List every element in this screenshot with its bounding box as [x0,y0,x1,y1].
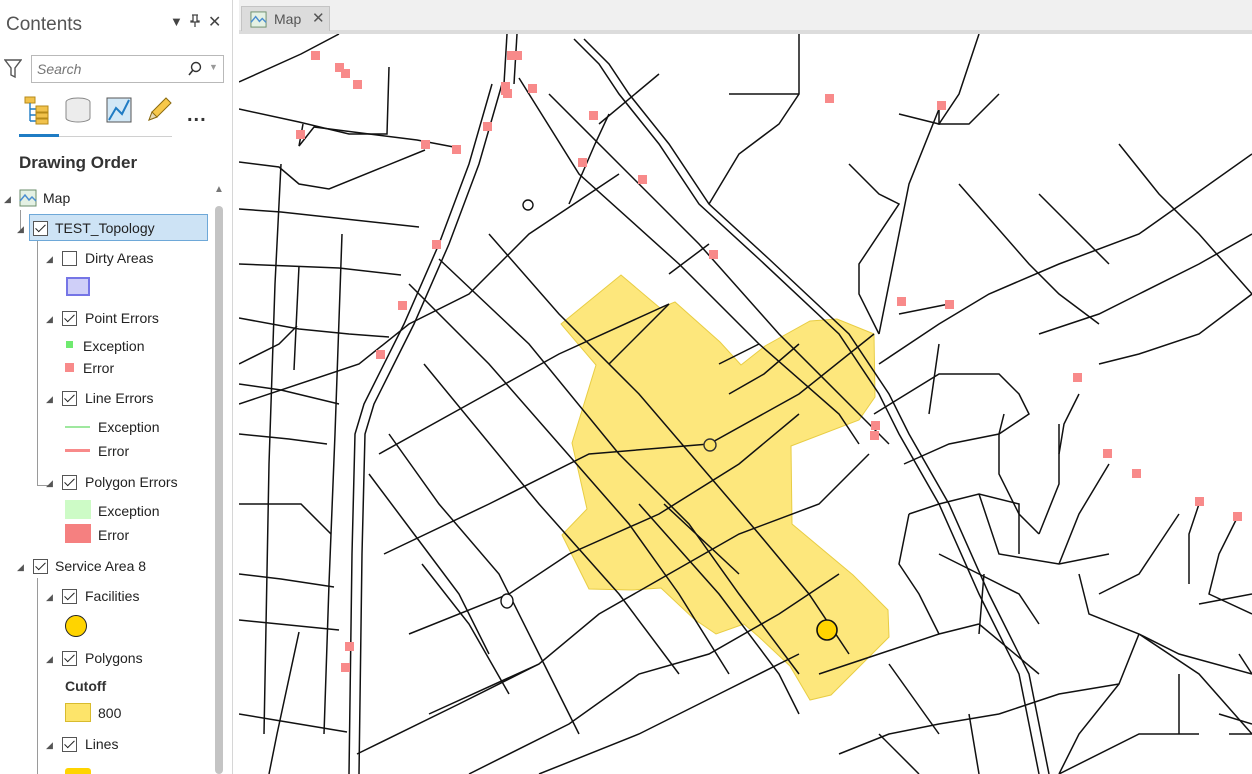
layer-dirty-areas[interactable]: Dirty Areas [85,250,153,266]
cutoff-heading: Cutoff [65,678,107,694]
service-area-checkbox[interactable] [33,559,48,574]
layer-polygon-errors[interactable]: Polygon Errors [85,474,178,490]
map-canvas[interactable] [239,34,1252,774]
drawing-order-icon[interactable] [22,96,54,131]
layer-polygons[interactable]: Polygons [85,650,143,666]
close-icon[interactable]: ✕ [208,12,221,32]
tree-connector [37,240,38,485]
point-exception-label: Exception [83,338,145,354]
map-tab-label: Map [274,11,302,27]
polygon-error-label: Error [98,527,130,543]
facility-swatch [65,615,87,637]
polygon-exception-swatch [65,500,91,519]
pin-icon[interactable] [189,14,201,31]
lines-checkbox[interactable] [62,737,77,752]
layer-service-area[interactable]: Service Area 8 [55,558,146,574]
selection-icon[interactable] [105,96,133,129]
collapse-icon[interactable]: ◢ [46,592,53,603]
collapse-icon[interactable]: ◢ [46,478,53,489]
map-tab-bar [239,0,1252,34]
line-errors-checkbox[interactable] [62,391,77,406]
search-icon[interactable] [187,61,203,82]
polygon-error-swatch [65,524,91,543]
contents-pane: Contents ▼ ✕ ▼ ... Drawing Order [0,0,233,774]
polygons-checkbox[interactable] [62,651,77,666]
pencil-icon[interactable] [145,96,173,129]
close-icon[interactable]: ✕ [312,9,325,27]
lines-swatch [65,768,91,774]
active-tab-indicator [19,134,59,137]
point-errors-checkbox[interactable] [62,311,77,326]
collapse-icon[interactable]: ◢ [46,394,53,405]
section-heading: Drawing Order [19,153,138,172]
map-view[interactable] [239,34,1252,774]
point-error-swatch [65,363,74,372]
line-error-label: Error [98,443,130,459]
collapse-icon[interactable]: ◢ [46,740,53,751]
collapse-icon[interactable]: ◢ [17,224,24,235]
topology-checkbox[interactable] [33,221,48,236]
facilities-checkbox[interactable] [62,589,77,604]
line-exception-swatch [65,426,90,428]
collapse-icon[interactable]: ◢ [46,314,53,325]
line-error-swatch [65,449,90,452]
map-icon [250,11,267,33]
tab-map[interactable]: Map ✕ [241,6,330,31]
cutoff-swatch [65,703,91,722]
layer-facilities[interactable]: Facilities [85,588,139,604]
layer-point-errors[interactable]: Point Errors [85,310,159,326]
dirty-area-swatch [66,277,90,296]
layer-topology[interactable]: TEST_Topology [55,220,155,236]
scroll-up-icon[interactable]: ▲ [214,184,224,195]
database-icon[interactable] [64,96,92,129]
point-exception-swatch [66,341,73,348]
search-input[interactable] [37,60,177,78]
polygon-exception-label: Exception [98,503,160,519]
more-options-icon[interactable]: ... [187,104,207,127]
point-error-label: Error [83,360,115,376]
dirty-areas-checkbox[interactable] [62,251,77,266]
facility-marker [816,619,838,641]
layer-map[interactable]: Map [43,190,70,206]
search-box: ▼ [31,55,224,83]
filter-icon[interactable] [3,59,23,84]
contents-scrollbar[interactable]: ▲ [213,184,225,774]
collapse-icon[interactable]: ◢ [4,194,11,205]
collapse-icon[interactable]: ◢ [46,654,53,665]
map-icon [19,189,37,212]
layer-lines[interactable]: Lines [85,736,118,752]
map-pane: Map ✕ [239,0,1252,774]
scroll-thumb[interactable] [215,206,223,774]
pane-options-icon[interactable]: ▼ [170,14,183,29]
tree-connector [37,578,38,774]
polygon-errors-checkbox[interactable] [62,475,77,490]
cutoff-value: 800 [98,705,122,721]
collapse-icon[interactable]: ◢ [17,562,24,573]
layer-line-errors[interactable]: Line Errors [85,390,153,406]
service-area-polygon [560,274,890,701]
line-exception-label: Exception [98,419,160,435]
search-dropdown-icon[interactable]: ▼ [209,62,218,72]
pane-title: Contents [6,14,83,35]
collapse-icon[interactable]: ◢ [46,254,53,265]
